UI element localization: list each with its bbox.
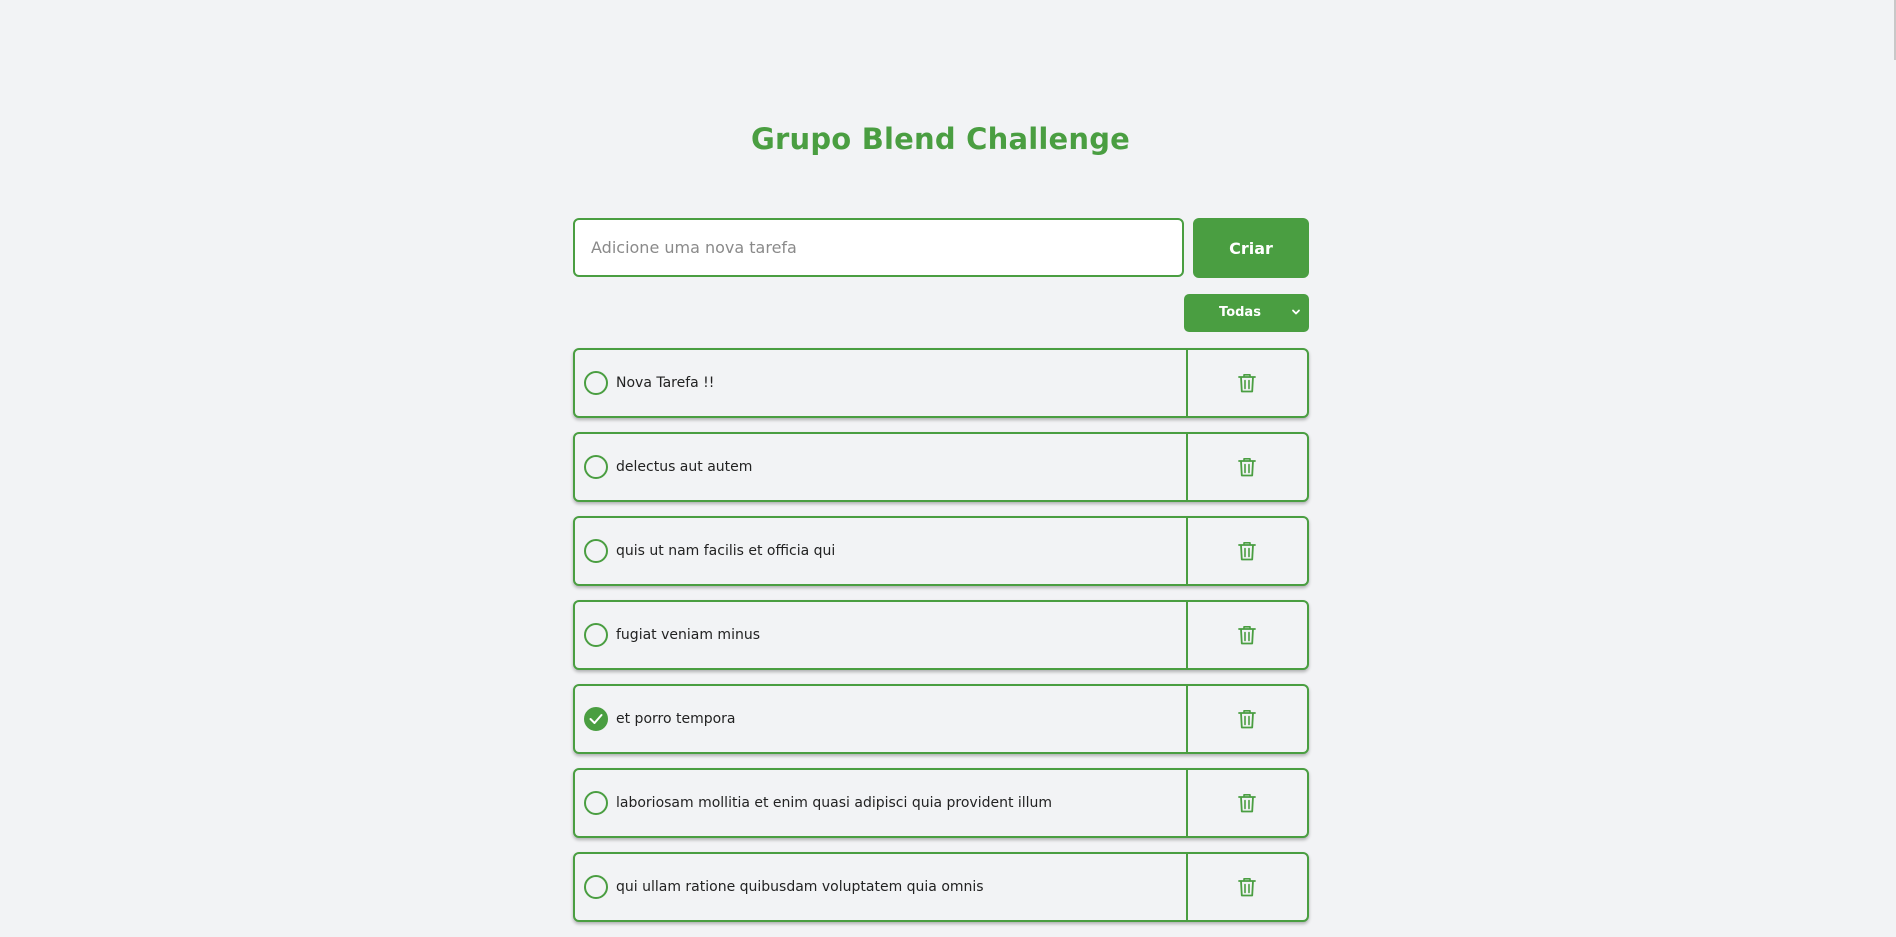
trash-icon — [1238, 878, 1256, 897]
task-item: qui ullam ratione quibusdam voluptatem q… — [573, 852, 1309, 922]
task-text: Nova Tarefa !! — [616, 375, 715, 391]
page: Grupo Blend Challenge Criar Todas Nova T… — [0, 0, 1896, 937]
create-button[interactable]: Criar — [1193, 218, 1309, 278]
delete-task-button[interactable] — [1186, 854, 1307, 920]
task-content: laboriosam mollitia et enim quasi adipis… — [575, 770, 1188, 836]
new-task-form: Criar — [573, 218, 1309, 278]
task-content: fugiat veniam minus — [575, 602, 1188, 668]
task-text: delectus aut autem — [616, 459, 753, 475]
delete-task-button[interactable] — [1186, 770, 1307, 836]
trash-icon — [1238, 542, 1256, 561]
task-item: quis ut nam facilis et officia qui — [573, 516, 1309, 586]
task-item: Nova Tarefa !! — [573, 348, 1309, 418]
trash-icon — [1238, 710, 1256, 729]
delete-task-button[interactable] — [1186, 518, 1307, 584]
task-text: qui ullam ratione quibusdam voluptatem q… — [616, 879, 984, 895]
task-content: et porro tempora — [575, 686, 1188, 752]
task-text: laboriosam mollitia et enim quasi adipis… — [616, 795, 1053, 811]
filter-selected-value: Todas — [1219, 305, 1261, 320]
task-text: et porro tempora — [616, 711, 736, 727]
task-checkbox[interactable] — [584, 371, 608, 395]
trash-icon — [1238, 374, 1256, 393]
task-item: fugiat veniam minus — [573, 600, 1309, 670]
task-text: quis ut nam facilis et officia qui — [616, 543, 836, 559]
delete-task-button[interactable] — [1186, 686, 1307, 752]
trash-icon — [1238, 458, 1256, 477]
check-icon — [589, 714, 603, 724]
task-checkbox[interactable] — [584, 875, 608, 899]
task-content: qui ullam ratione quibusdam voluptatem q… — [575, 854, 1188, 920]
task-checkbox[interactable] — [584, 791, 608, 815]
page-title: Grupo Blend Challenge — [750, 122, 1131, 156]
new-task-input[interactable] — [573, 218, 1184, 277]
task-checkbox[interactable] — [584, 539, 608, 563]
task-checkbox[interactable] — [584, 707, 608, 731]
task-checkbox[interactable] — [584, 455, 608, 479]
trash-icon — [1238, 626, 1256, 645]
delete-task-button[interactable] — [1186, 602, 1307, 668]
task-item: delectus aut autem — [573, 432, 1309, 502]
task-list: Nova Tarefa !! delectus aut autem quis u… — [573, 348, 1309, 936]
delete-task-button[interactable] — [1186, 350, 1307, 416]
task-content: delectus aut autem — [575, 434, 1188, 500]
task-text: fugiat veniam minus — [616, 627, 760, 643]
trash-icon — [1238, 794, 1256, 813]
filter-select[interactable]: Todas — [1184, 294, 1309, 332]
task-checkbox[interactable] — [584, 623, 608, 647]
task-item: laboriosam mollitia et enim quasi adipis… — [573, 768, 1309, 838]
task-content: quis ut nam facilis et officia qui — [575, 518, 1188, 584]
task-item: et porro tempora — [573, 684, 1309, 754]
delete-task-button[interactable] — [1186, 434, 1307, 500]
task-content: Nova Tarefa !! — [575, 350, 1188, 416]
chevron-down-icon — [1292, 309, 1300, 315]
